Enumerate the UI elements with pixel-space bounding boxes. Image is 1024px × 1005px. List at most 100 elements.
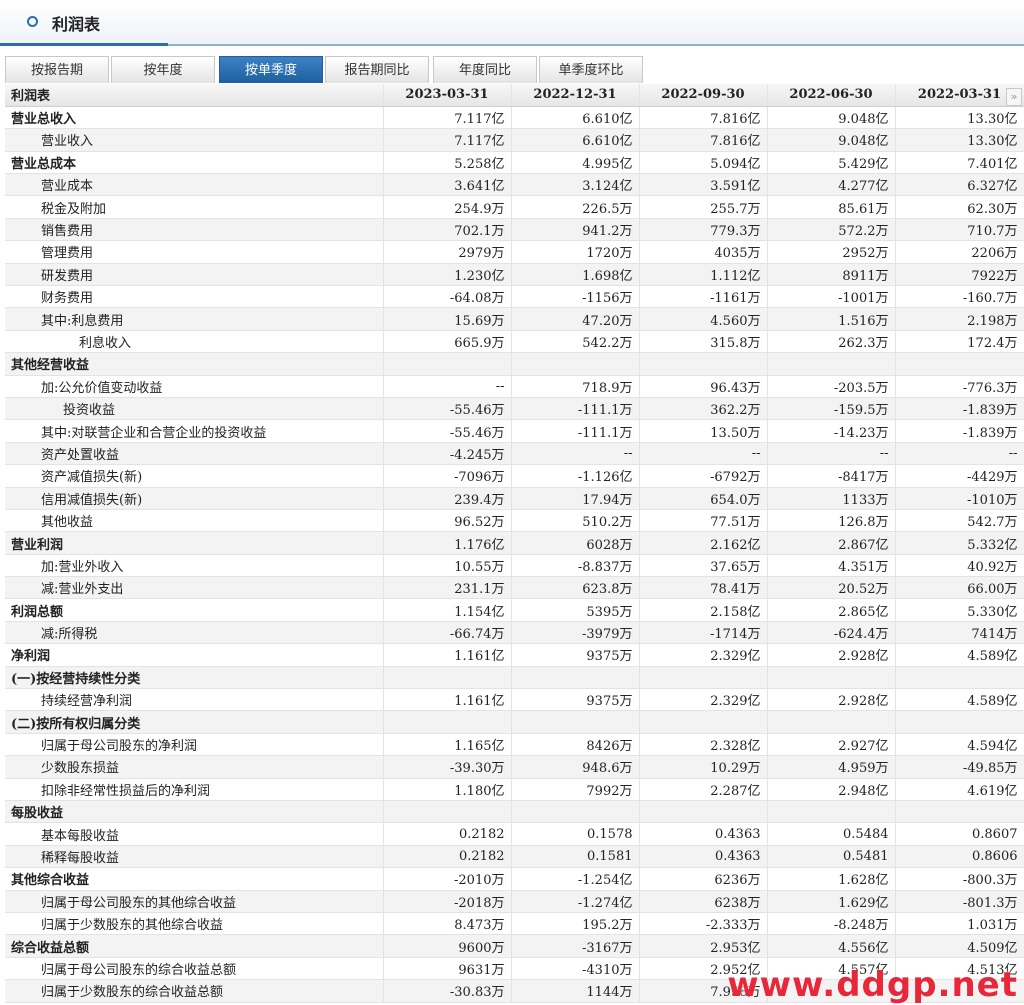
row-value: 2.953亿: [639, 934, 768, 958]
row-label: 减:所得税: [5, 621, 384, 645]
row-label: (一)按经营持续性分类: [5, 666, 384, 690]
row-value: 7414万: [895, 621, 1024, 645]
row-value: 941.2万: [511, 218, 640, 242]
row-value: 5.332亿: [895, 531, 1024, 555]
scroll-right-icon[interactable]: »: [1006, 88, 1022, 106]
row-value: 4.594亿: [895, 733, 1024, 757]
row-value: -6792万: [639, 464, 768, 488]
tab-4[interactable]: 报告期同比: [325, 56, 429, 83]
row-value: 195.2万: [511, 912, 640, 936]
row-value: -111.1万: [511, 419, 640, 443]
row-value: 6236万: [639, 867, 768, 891]
row-value: 10.55万: [383, 554, 512, 578]
row-value: 226.5万: [511, 195, 640, 219]
tab-5[interactable]: 年度同比: [433, 56, 537, 83]
row-value: -1.839万: [895, 397, 1024, 421]
row-value: -8417万: [767, 464, 896, 488]
row-value: [895, 710, 1024, 734]
row-value: 1.230亿: [383, 263, 512, 287]
row-value: [383, 800, 512, 824]
row-value: -1.126亿: [511, 464, 640, 488]
row-value: --: [511, 442, 640, 466]
row-value: -64.08万: [383, 285, 512, 309]
row-label: 营业总成本: [5, 151, 384, 175]
tab-1[interactable]: 按报告期: [5, 56, 109, 83]
row-value: -55.46万: [383, 419, 512, 443]
row-value: 1144万: [511, 979, 640, 1003]
row-value: 7.117亿: [383, 128, 512, 152]
row-value: [511, 666, 640, 690]
row-value: 2.287亿: [639, 778, 768, 802]
row-value: 40.92万: [895, 554, 1024, 578]
row-value: -66.74万: [383, 621, 512, 645]
row-value: 10.29万: [639, 755, 768, 779]
row-value: -1010万: [895, 487, 1024, 510]
row-value: 17.94万: [511, 487, 640, 510]
row-value: -1156万: [511, 285, 640, 309]
row-value: -1161万: [639, 285, 768, 309]
tab-6[interactable]: 单季度环比: [539, 56, 643, 83]
row-value: 7.401亿: [895, 151, 1024, 175]
row-value: 4.995亿: [511, 151, 640, 175]
row-value: 2.948亿: [767, 778, 896, 802]
row-value: [767, 710, 896, 734]
row-value: 5.429亿: [767, 151, 896, 175]
row-value: -160.7万: [895, 285, 1024, 309]
row-value: [383, 710, 512, 734]
table-row: 归属于母公司股东的净利润 1.165亿 8426万 2.328亿 2.927亿 4.594…: [5, 733, 1024, 757]
row-value: -14.23万: [767, 419, 896, 443]
table-row: 其中:利息费用 15.69万 47.20万 4.560万 1.516万 2.198万: [5, 307, 1024, 331]
row-value: 4.589亿: [895, 643, 1024, 667]
row-value: -1714万: [639, 621, 768, 645]
row-value: 85.61万: [767, 195, 896, 219]
row-value: 255.7万: [639, 195, 768, 219]
tab-2[interactable]: 按年度: [111, 56, 215, 83]
row-value: 510.2万: [511, 509, 640, 533]
row-value: 2.158亿: [639, 598, 768, 622]
row-value: --: [767, 442, 896, 466]
table-row: 其他经营收益: [5, 352, 1024, 376]
row-value: -1.274亿: [511, 890, 640, 913]
income-statement-table: 利润表 2023-03-31 2022-12-31 2022-09-30 2022-06…: [5, 84, 1024, 1003]
row-value: -4429万: [895, 464, 1024, 488]
row-label: 其他收益: [5, 509, 384, 533]
row-value: --: [383, 375, 512, 398]
row-label: 加:营业外收入: [5, 554, 384, 578]
page-title: 利润表: [52, 15, 101, 34]
row-value: 1.031万: [895, 912, 1024, 936]
table-row: 少数股东损益 -39.30万 948.6万 10.29万 4.959万 -49.85万: [5, 755, 1024, 779]
table-row: 归属于母公司股东的其他综合收益 -2018万 -1.274亿 6238万 1.629亿 -…: [5, 890, 1024, 913]
row-value: 2.162亿: [639, 531, 768, 555]
row-value: -49.85万: [895, 755, 1024, 779]
row-value: -159.5万: [767, 397, 896, 421]
row-value: 1.165亿: [383, 733, 512, 757]
row-label: 营业成本: [5, 173, 384, 197]
row-value: 37.65万: [639, 554, 768, 578]
row-value: 9631万: [383, 957, 512, 981]
row-label: 归属于少数股东的综合收益总额: [5, 979, 384, 1003]
row-value: 0.1578: [511, 822, 640, 846]
table-row: 持续经营净利润 1.161亿 9375万 2.329亿 2.928亿 4.589亿: [5, 688, 1024, 712]
row-value: [895, 800, 1024, 824]
table-row: 信用减值损失(新) 239.4万 17.94万 654.0万 1133万 -1010万: [5, 487, 1024, 510]
row-value: 66.00万: [895, 576, 1024, 600]
row-label: 减:营业外支出: [5, 576, 384, 600]
row-value: 254.9万: [383, 195, 512, 219]
row-value: 20.52万: [767, 576, 896, 600]
table-row: (一)按经营持续性分类: [5, 666, 1024, 690]
row-value: 6028万: [511, 531, 640, 555]
row-value: 13.30亿: [895, 106, 1024, 130]
row-value: 362.2万: [639, 397, 768, 421]
column-header-date: 2022-12-31: [511, 84, 640, 107]
table-row: 加:公允价值变动收益 -- 718.9万 96.43万 -203.5万 -776.3万: [5, 375, 1024, 398]
row-value: -2010万: [383, 867, 512, 891]
tab-3[interactable]: 按单季度: [219, 56, 323, 83]
row-value: 1.161亿: [383, 643, 512, 667]
table-row: 归属于少数股东的其他综合收益 8.473万 195.2万 -2.333万 -8.248万…: [5, 912, 1024, 936]
header-accent-bar: [0, 43, 168, 46]
row-value: 1.629亿: [767, 890, 896, 913]
row-value: 6.610亿: [511, 106, 640, 130]
row-value: 62.30万: [895, 195, 1024, 219]
row-value: 7.117亿: [383, 106, 512, 130]
row-value: -801.3万: [895, 890, 1024, 913]
